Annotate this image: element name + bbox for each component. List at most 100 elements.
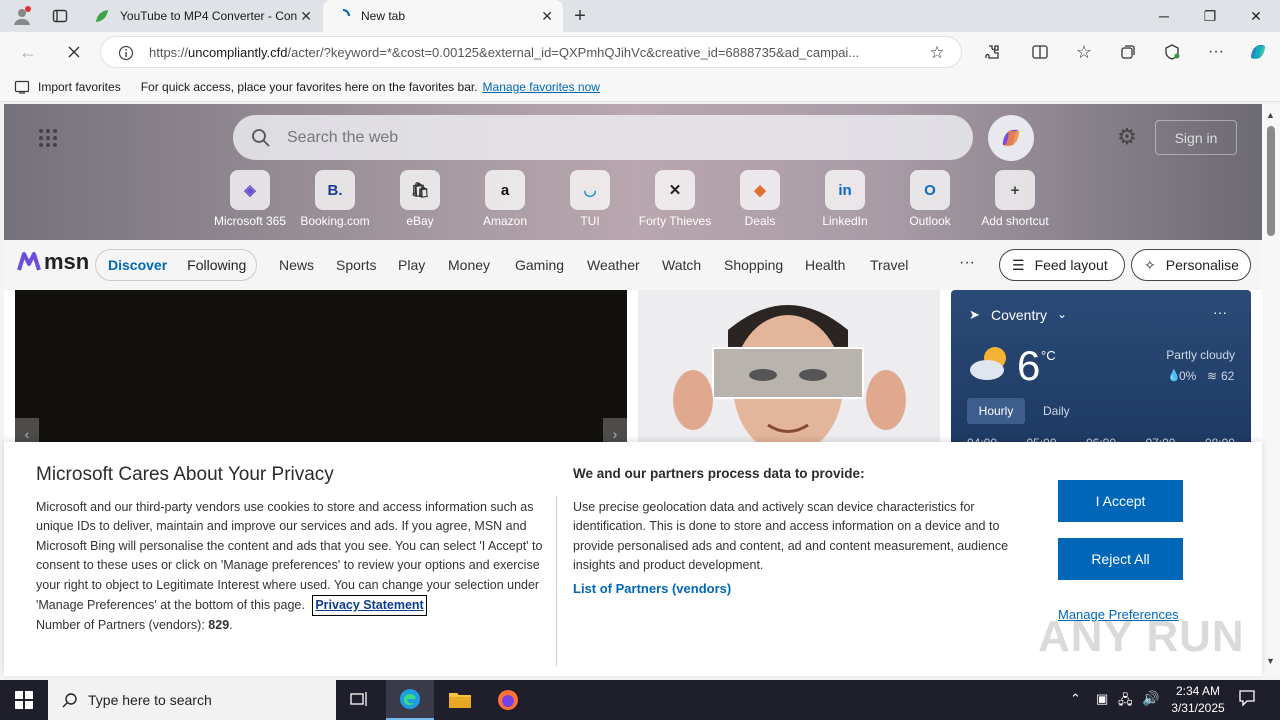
collections-icon[interactable] — [1116, 40, 1140, 64]
feed-layout-button[interactable]: ☰ Feed layout — [999, 249, 1125, 281]
shortcut-tile[interactable]: in LinkedIn — [805, 170, 885, 228]
close-tab-icon[interactable]: ✕ — [541, 8, 553, 25]
man-holding-photo-image — [673, 305, 906, 450]
shortcut-label: Outlook — [909, 214, 951, 228]
shortcut-tile[interactable]: a Amazon — [465, 170, 545, 228]
weather-location[interactable]: Coventry — [991, 307, 1047, 323]
scrollbar-thumb[interactable] — [1267, 126, 1275, 236]
nav-item-health[interactable]: Health — [805, 257, 845, 273]
news-card-image[interactable] — [638, 290, 940, 450]
shortcut-tile[interactable]: ◡ TUI — [550, 170, 630, 228]
location-arrow-icon: ➤ — [969, 307, 980, 322]
personalise-button[interactable]: ✧ Personalise — [1131, 249, 1251, 281]
nav-item-weather[interactable]: Weather — [587, 257, 640, 273]
shortcut-tile[interactable]: ✕ Forty Thieves — [635, 170, 715, 228]
taskbar-search-box[interactable]: Type here to search — [48, 680, 336, 720]
shortcut-label: TUI — [580, 214, 600, 228]
favorites-icon[interactable]: ☆ — [1072, 40, 1096, 64]
notifications-icon[interactable] — [1238, 689, 1256, 712]
new-tab-icon[interactable]: + — [568, 4, 592, 28]
nav-item-shopping[interactable]: Shopping — [724, 257, 783, 273]
tab-following[interactable]: Following — [187, 257, 246, 273]
favorite-star-icon[interactable]: ☆ — [927, 43, 947, 63]
nav-item-gaming[interactable]: Gaming — [515, 257, 564, 273]
shortcut-tile[interactable]: 🛍 eBay — [380, 170, 460, 228]
address-bar[interactable]: https://uncompliantly.cfd/acter/?keyword… — [100, 36, 962, 68]
feed-toggle: Discover Following — [95, 249, 257, 281]
chevron-down-icon[interactable]: ⌄ — [1057, 307, 1067, 321]
nav-item-travel[interactable]: Travel — [870, 257, 908, 273]
manage-favorites-link[interactable]: Manage favorites now — [483, 80, 600, 94]
file-explorer-icon[interactable] — [436, 680, 484, 720]
copilot-search-icon[interactable] — [988, 115, 1034, 161]
shortcut-label: Microsoft 365 — [213, 214, 287, 228]
tab-daily[interactable]: Daily — [1043, 398, 1070, 424]
apps-launcher-icon[interactable] — [36, 126, 60, 150]
web-search-box[interactable]: Search the web — [233, 115, 973, 160]
page-scrollbar[interactable]: ▲ ▼ — [1262, 104, 1280, 676]
tab-new-tab[interactable]: New tab ✕ — [323, 0, 563, 32]
nav-item-news[interactable]: News — [279, 257, 314, 273]
tab-hourly[interactable]: Hourly — [967, 398, 1025, 424]
url-text: https://uncompliantly.cfd/acter/?keyword… — [149, 44, 860, 60]
back-icon[interactable]: ← — [16, 40, 40, 64]
nav-item-watch[interactable]: Watch — [662, 257, 701, 273]
shortcut-tile[interactable]: ◈ Microsoft 365 — [210, 170, 290, 228]
nav-item-money[interactable]: Money — [448, 257, 490, 273]
nav-item-play[interactable]: Play — [398, 257, 425, 273]
shortcut-label: LinkedIn — [822, 214, 868, 228]
volume-icon[interactable]: 🔊 — [1142, 690, 1159, 707]
restore-icon[interactable]: ❐ — [1187, 0, 1233, 32]
import-favorites-button[interactable]: Import favorites — [38, 80, 121, 94]
msn-logo[interactable]: msn — [16, 249, 89, 275]
start-windows-icon[interactable] — [0, 680, 48, 720]
tab-actions-icon[interactable] — [48, 4, 72, 28]
reject-all-button[interactable]: Reject All — [1058, 538, 1183, 580]
news-carousel[interactable]: ‹ › — [15, 290, 627, 450]
nav-item-sports[interactable]: Sports — [336, 257, 376, 273]
weather-card[interactable]: ➤ Coventry ⌄ ··· 6 °C Partly cloudy 💧 0%… — [951, 290, 1251, 450]
scroll-up-icon[interactable]: ▲ — [1266, 110, 1275, 120]
firefox-icon[interactable] — [484, 680, 532, 720]
split-screen-icon[interactable] — [1028, 40, 1052, 64]
more-nav-icon[interactable]: ··· — [959, 254, 975, 272]
weather-unit: °C — [1041, 348, 1056, 363]
address-toolbar: ← https://uncompliantly.cfd/acter/?keywo… — [0, 32, 1280, 72]
settings-more-icon[interactable]: ··· — [1204, 40, 1228, 64]
tab-youtube-converter[interactable]: YouTube to MP4 Converter - Con ✕ — [84, 0, 322, 32]
shortcut-tile[interactable]: B. Booking.com — [295, 170, 375, 228]
show-hidden-icons-icon[interactable]: ⌃ — [1070, 691, 1081, 707]
extensions-icon[interactable] — [980, 40, 1004, 64]
close-window-icon[interactable]: ✕ — [1233, 0, 1279, 32]
sign-in-button[interactable]: Sign in — [1155, 120, 1237, 155]
page-settings-gear-icon[interactable]: ⚙ — [1115, 124, 1139, 149]
shortcut-tile[interactable]: + Add shortcut — [975, 170, 1055, 228]
copilot-icon[interactable] — [1244, 38, 1272, 66]
accept-button[interactable]: I Accept — [1058, 480, 1183, 522]
shortcut-tile[interactable]: O Outlook — [890, 170, 970, 228]
privacy-statement-link[interactable]: Privacy Statement — [312, 595, 427, 617]
tab-discover[interactable]: Discover — [108, 257, 167, 273]
search-placeholder: Search the web — [287, 128, 399, 146]
shortcut-favicon-icon: ✕ — [655, 170, 695, 210]
vendors-list-link[interactable]: List of Partners (vendors) — [573, 581, 731, 596]
tray-device-icon[interactable]: ▣ — [1096, 691, 1108, 707]
anyrun-watermark: ANY RUN — [1038, 612, 1245, 661]
browser-essentials-icon[interactable] — [1160, 40, 1184, 64]
taskbar-clock[interactable]: 2:34 AM 3/31/2025 — [1166, 683, 1230, 717]
partly-cloudy-icon — [967, 342, 1013, 389]
shortcut-tile[interactable]: ◆ Deals — [720, 170, 800, 228]
minimize-icon[interactable]: ─ — [1141, 0, 1187, 32]
profile-icon[interactable] — [8, 4, 36, 28]
privacy-divider — [556, 496, 557, 666]
scroll-down-icon[interactable]: ▼ — [1266, 656, 1275, 666]
weather-more-icon[interactable]: ··· — [1213, 304, 1227, 320]
task-view-icon[interactable] — [336, 680, 384, 720]
close-tab-icon[interactable]: ✕ — [300, 8, 312, 25]
edge-taskbar-icon[interactable] — [386, 680, 434, 720]
stop-loading-icon[interactable] — [62, 40, 86, 64]
site-info-icon[interactable] — [117, 44, 135, 62]
shortcut-favicon-icon: ◆ — [740, 170, 780, 210]
network-icon[interactable]: 🖧 — [1118, 691, 1133, 713]
tab-label: New tab — [361, 9, 406, 23]
